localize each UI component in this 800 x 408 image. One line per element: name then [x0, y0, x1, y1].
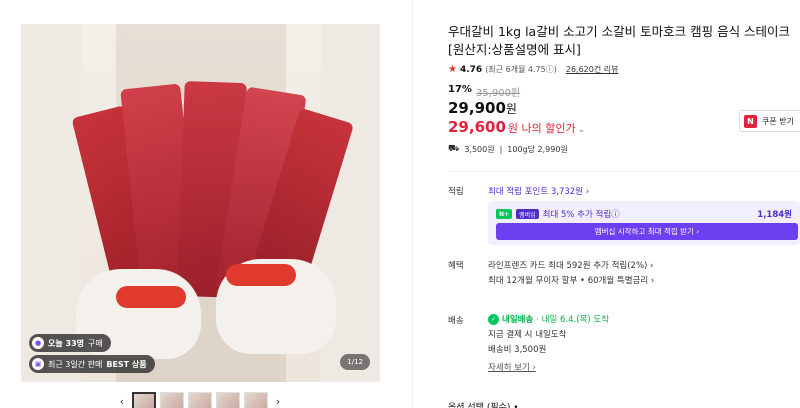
rating-recent[interactable]: (최근 6개월 4.75ⓘ) [485, 64, 557, 75]
thumbnail-1[interactable] [132, 392, 156, 408]
membership-start-button[interactable]: 멤버십 시작하고 최대 적립 받기 › [496, 223, 798, 240]
section-divider [448, 171, 800, 172]
delivery-brand: 내일배송 [502, 315, 534, 325]
product-title: 우대갈비 1kg la갈비 소고기 소갈비 토마호크 캠핑 음식 스테이크 [원… [448, 24, 791, 57]
my-price-value: 29,600 [448, 118, 506, 136]
gift-icon: ▣ [32, 358, 44, 370]
column-divider [412, 0, 413, 408]
option-select-label[interactable]: 옵션 선택 (필수) • [448, 400, 519, 408]
my-discount-price[interactable]: 29,600 원 나의 할인가 ⌄ [448, 118, 585, 136]
star-icon: ★ [448, 64, 457, 75]
thumbnail-3[interactable] [188, 392, 212, 408]
thumbnail-5[interactable] [244, 392, 268, 408]
naver-n-icon: N [744, 114, 757, 128]
benefits-label: 혜택 [448, 261, 464, 271]
membership-text[interactable]: 최대 5% 추가 적립ⓘ [543, 208, 620, 220]
rating-score: 4.76 [459, 64, 483, 75]
delivery-note: 지금 결제 시 내일도착 [488, 330, 567, 340]
points-label: 적립 [448, 187, 464, 197]
thumbnail-prev-button[interactable]: ‹ [116, 395, 128, 408]
discount-row: 17% 35,900원 [448, 84, 520, 99]
discount-rate: 17% [448, 84, 472, 95]
shipping-fee: 3,500원 [464, 145, 495, 154]
naver-plus-badge: N+ [496, 209, 513, 219]
card-benefit-link[interactable]: 라인프렌즈 카드 최대 592원 추가 적립(2%) › [488, 259, 653, 271]
today-purchase-label: 구매 [88, 338, 103, 348]
image-counter: 1/12 [340, 354, 370, 370]
product-main-image[interactable]: ● 오늘 33명 구매 ▣ 최근 3일간 판매 BEST 상품 1/12 [21, 24, 380, 382]
thumbnail-strip: ‹ › [116, 392, 284, 408]
installment-benefit-link[interactable]: 최대 12개월 무이자 할부 • 60개월 특별금리 › [488, 274, 654, 286]
truck-icon: ⛟ [448, 144, 460, 154]
today-purchase-count: 오늘 33명 [48, 338, 84, 348]
thumbnail-2[interactable] [160, 392, 184, 408]
purple-dot-icon: ● [32, 337, 44, 349]
right-glove-grip [226, 264, 296, 286]
review-count-link[interactable]: 26,620건 리뷰 [566, 64, 619, 75]
membership-badge: 멤버십 [516, 209, 539, 219]
membership-amount: 1,184원 [757, 210, 792, 220]
separator: | [499, 145, 503, 154]
coupon-label: 쿠폰 받기 [762, 116, 794, 126]
best-seller-badge: ▣ 최근 3일간 판매 BEST 상품 [29, 355, 155, 373]
best-seller-prefix: 최근 3일간 판매 [48, 359, 103, 369]
best-seller-label: BEST 상품 [106, 359, 147, 369]
delivery-details-link[interactable]: 자세히 보기 › [488, 361, 536, 373]
checkmark-icon: ✓ [488, 313, 499, 325]
thumbnail-next-button[interactable]: › [272, 395, 284, 408]
delivery-label: 배송 [448, 316, 464, 326]
original-price: 35,900원 [475, 88, 521, 99]
unit-price: 100g당 2,990원 [507, 145, 568, 154]
membership-box: N+ 멤버십 최대 5% 추가 적립ⓘ 1,184원 멤버십 시작하고 최대 적… [488, 201, 800, 245]
sale-price: 29,900원 [448, 99, 517, 117]
left-glove-grip [116, 286, 186, 308]
delivery-date: · 내일 6.4.(목) 도착 [536, 315, 610, 325]
shipping-summary: ⛟ 3,500원 | 100g당 2,990원 [448, 144, 568, 155]
sale-price-value: 29,900 [448, 99, 506, 117]
chevron-down-icon: ⌄ [577, 125, 586, 135]
delivery-fee: 배송비 3,500원 [488, 345, 547, 355]
delivery-eta: ✓ 내일배송 · 내일 6.4.(목) 도착 [488, 313, 609, 325]
rating-row: ★ 4.76 (최근 6개월 4.75ⓘ) 26,620건 리뷰 [448, 64, 618, 75]
my-price-label: 원 나의 할인가 [507, 122, 576, 135]
today-purchase-badge: ● 오늘 33명 구매 [29, 334, 111, 352]
sale-price-unit: 원 [505, 102, 517, 116]
thumbnail-4[interactable] [216, 392, 240, 408]
max-points-link[interactable]: 최대 적립 포인트 3,732원 › [488, 185, 589, 197]
coupon-button[interactable]: N 쿠폰 받기 [739, 110, 800, 132]
membership-info: N+ 멤버십 최대 5% 추가 적립ⓘ [496, 208, 620, 220]
